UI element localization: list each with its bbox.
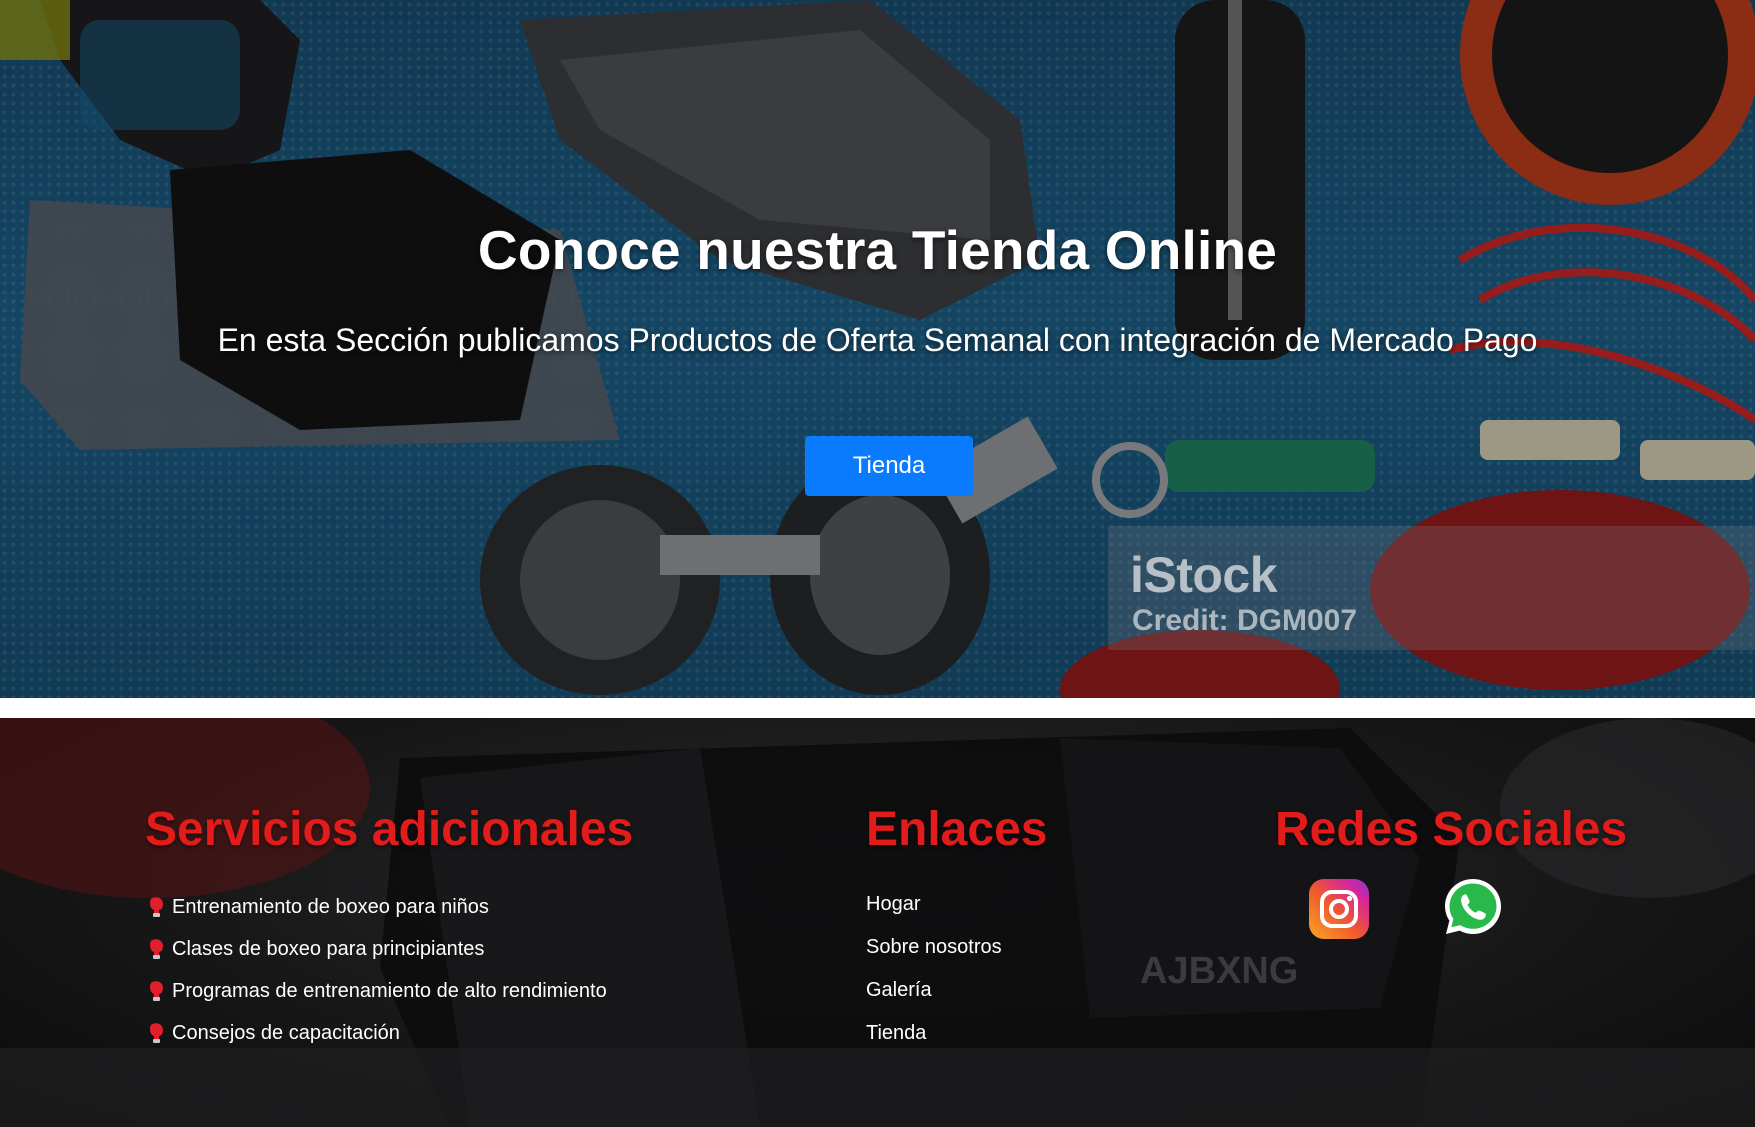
link-gallery[interactable]: Galería [866, 979, 932, 1002]
social-heading: Redes Sociales [1275, 803, 1628, 856]
list-item: Hogar [866, 883, 1002, 926]
shop-button[interactable]: Tienda [805, 436, 973, 496]
hero-title: Conoce nuestra Tienda Online [477, 219, 1278, 281]
link-about[interactable]: Sobre nosotros [866, 936, 1002, 959]
hero-subtitle: En esta Sección publicamos Productos de … [217, 322, 1538, 358]
list-item: Tienda [866, 1012, 1002, 1055]
boxing-glove-icon [150, 939, 163, 959]
service-label: Clases de boxeo para principiantes [172, 937, 485, 960]
link-shop[interactable]: Tienda [866, 1022, 926, 1045]
services-list: Entrenamiento de boxeo para niños Clases… [148, 886, 607, 1054]
links-list: Hogar Sobre nosotros Galería Tienda [866, 883, 1002, 1055]
services-heading: Servicios adicionales [145, 803, 634, 856]
service-label: Consejos de capacitación [172, 1021, 400, 1044]
links-heading: Enlaces [866, 803, 1048, 856]
svg-text:AJBXNG: AJBXNG [1140, 950, 1298, 992]
footer-section: AJBXNG Servicios adicionales Entrenamien… [0, 718, 1755, 1127]
hero-section: iStock Credit: DGM007 Conoce nuestra Tie… [0, 0, 1755, 698]
list-item: Consejos de capacitación [148, 1012, 607, 1054]
link-home[interactable]: Hogar [866, 893, 920, 916]
list-item: Entrenamiento de boxeo para niños [148, 886, 607, 928]
boxing-glove-icon [150, 897, 163, 917]
service-label: Programas de entrenamiento de alto rendi… [172, 979, 607, 1002]
list-item: Sobre nosotros [866, 926, 1002, 969]
list-item: Galería [866, 969, 1002, 1012]
list-item: Clases de boxeo para principiantes [148, 928, 607, 970]
list-item: Programas de entrenamiento de alto rendi… [148, 970, 607, 1012]
whatsapp-icon[interactable] [1442, 876, 1504, 938]
hero-content: Conoce nuestra Tienda Online En esta Sec… [0, 0, 1755, 698]
boxing-glove-icon [150, 1023, 163, 1043]
instagram-icon[interactable] [1308, 878, 1370, 940]
section-divider [0, 698, 1755, 718]
service-label: Entrenamiento de boxeo para niños [172, 895, 489, 918]
boxing-glove-icon [150, 981, 163, 1001]
